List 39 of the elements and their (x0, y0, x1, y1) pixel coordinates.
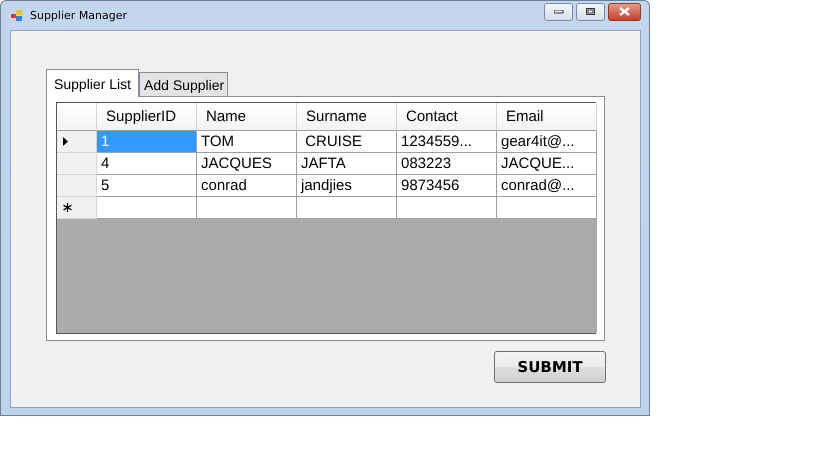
column-header[interactable]: Email (497, 103, 597, 131)
header-corner (57, 103, 97, 131)
table-cell[interactable]: JAFTA (297, 153, 397, 175)
maximize-button[interactable] (576, 2, 605, 20)
table-cell[interactable]: gear4it@... (497, 131, 597, 153)
table-cell[interactable]: CRUISE (297, 131, 397, 153)
tab[interactable]: Supplier List (46, 69, 140, 97)
table-cell[interactable]: conrad@... (497, 175, 597, 197)
row-header[interactable] (57, 131, 97, 153)
table-cell[interactable] (197, 197, 297, 219)
row-header[interactable] (57, 197, 97, 219)
tab[interactable]: Add Supplier (139, 72, 228, 96)
table-cell[interactable]: jandjies (297, 175, 397, 197)
table-cell[interactable]: TOM (197, 131, 297, 153)
column-header[interactable]: Surname (297, 103, 397, 131)
table-cell[interactable]: JACQUES (197, 153, 297, 175)
table-cell[interactable] (297, 197, 397, 219)
app-icon (11, 10, 23, 21)
window-title: Supplier Manager (30, 9, 128, 22)
submit-button[interactable]: SUBMIT (494, 351, 606, 383)
minimize-icon (554, 10, 564, 14)
table-cell[interactable]: 1234559... (397, 131, 497, 153)
table-cell[interactable]: conrad (197, 175, 297, 197)
column-header[interactable]: Name (197, 103, 297, 131)
column-header[interactable]: Contact (397, 103, 497, 131)
table-cell[interactable]: 083223 (397, 153, 497, 175)
table-cell[interactable]: JACQUE... (497, 153, 597, 175)
table-cell[interactable] (397, 197, 497, 219)
table-cell[interactable] (497, 197, 597, 219)
minimize-button[interactable] (544, 2, 573, 20)
close-button[interactable] (608, 2, 641, 20)
table-cell[interactable]: 4 (97, 153, 197, 175)
table-cell[interactable] (97, 197, 197, 219)
maximize-icon (586, 8, 596, 16)
close-icon (619, 7, 630, 16)
table-cell[interactable]: 9873456 (397, 175, 497, 197)
new-row-icon (63, 203, 72, 212)
column-header[interactable]: SupplierID (97, 103, 197, 131)
table-cell[interactable]: 5 (97, 175, 197, 197)
